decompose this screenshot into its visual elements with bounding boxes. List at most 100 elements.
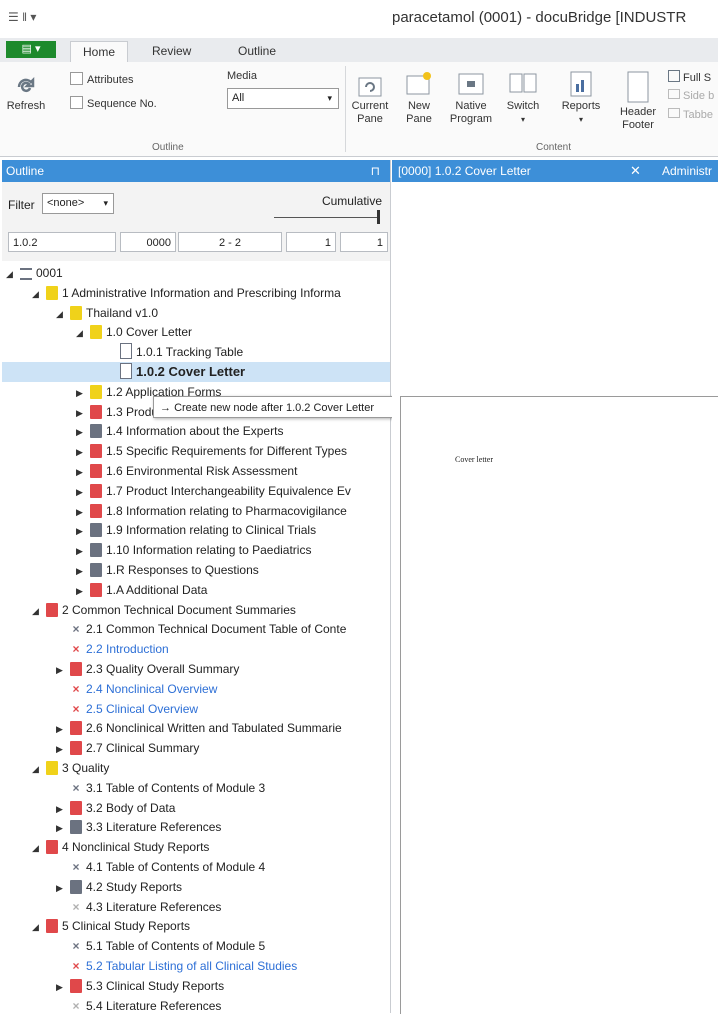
tree-node[interactable]: ▶ 2.3 Quality Overall Summary	[2, 659, 390, 679]
expand-arrow-icon[interactable]: ▶	[76, 541, 90, 561]
tree-node[interactable]: × 2.4 Nonclinical Overview	[2, 679, 390, 699]
tree-node[interactable]: × 5.1 Table of Contents of Module 5	[2, 936, 390, 956]
expand-arrow-icon[interactable]: ▶	[76, 561, 90, 581]
expand-arrow-icon[interactable]: ▶	[56, 799, 70, 819]
tree-node[interactable]: ◢ Thailand v1.0	[2, 303, 390, 323]
tree-node[interactable]: × 3.1 Table of Contents of Module 3	[2, 778, 390, 798]
tab-administrative[interactable]: Administr	[662, 160, 712, 182]
ribbon: Refresh Attributes Sequence No. Media Al…	[0, 62, 718, 157]
cumulative-slider-track[interactable]	[274, 217, 378, 218]
collapse-arrow-icon[interactable]: ◢	[32, 838, 46, 858]
tree-node[interactable]: 1.0.1 Tracking Table	[2, 342, 390, 362]
tree-node[interactable]: ▶ 1.4 Information about the Experts	[2, 421, 390, 441]
reports-button[interactable]: Reports ▾	[555, 70, 607, 126]
tab-home[interactable]: Home	[70, 41, 129, 63]
collapse-arrow-icon[interactable]: ◢	[32, 917, 46, 937]
tree-node[interactable]: × 2.2 Introduction	[2, 639, 390, 659]
tree-node[interactable]: ▶ 4.2 Study Reports	[2, 877, 390, 897]
ribbon-tabs: ▤ ▾ Home Review Outline	[0, 38, 718, 63]
native-program-button[interactable]: Native Program	[448, 70, 494, 126]
sequence-field[interactable]: 0000	[120, 232, 176, 252]
expand-arrow-icon[interactable]: ▶	[56, 878, 70, 898]
current-pane-button[interactable]: Current Pane	[350, 76, 390, 126]
tree-node-label: 5 Clinical Study Reports	[62, 919, 191, 934]
tree-node[interactable]: ▶ 1.6 Environmental Risk Assessment	[2, 461, 390, 481]
filter-select[interactable]: <none> ▾	[42, 193, 114, 214]
full-screen-button[interactable]: Full S	[668, 70, 711, 85]
tree-node[interactable]: × 2.5 Clinical Overview	[2, 699, 390, 719]
tree-node[interactable]: ▶ 1.8 Information relating to Pharmacovig…	[2, 501, 390, 521]
tree-node[interactable]: ◢ 2 Common Technical Document Summaries	[2, 600, 390, 620]
range-field[interactable]: 2 - 2	[178, 232, 282, 252]
expand-arrow-icon[interactable]: ▶	[76, 482, 90, 502]
tree-node[interactable]: ◢ 1.0 Cover Letter	[2, 322, 390, 342]
expand-arrow-icon[interactable]: ▶	[76, 462, 90, 482]
close-icon[interactable]: ✕	[630, 160, 641, 182]
side-by-side-button[interactable]: Side b	[668, 89, 714, 103]
expand-arrow-icon[interactable]: ▶	[76, 422, 90, 442]
tree-node[interactable]: × 5.2 Tabular Listing of all Clinical Stu…	[2, 956, 390, 976]
tree-node[interactable]: × 4.3 Literature References	[2, 897, 390, 917]
expand-arrow-icon[interactable]: ▶	[76, 581, 90, 601]
header-footer-button[interactable]: Header Footer	[615, 70, 661, 132]
sequence-no-checkbox[interactable]: Sequence No.	[70, 96, 157, 111]
sequence-no-check[interactable]	[70, 96, 83, 109]
tree-node[interactable]: ◢ 4 Nonclinical Study Reports	[2, 837, 390, 857]
divider	[345, 66, 346, 152]
excluded-node-icon: ×	[72, 681, 80, 696]
tree-node[interactable]: ▶ 1.7 Product Interchangeability Equivale…	[2, 481, 390, 501]
tab-review[interactable]: Review	[140, 41, 203, 62]
cumulative-slider-handle[interactable]	[377, 210, 380, 224]
tree-node[interactable]: ▶ 2.6 Nonclinical Written and Tabulated S…	[2, 718, 390, 738]
tree-node[interactable]: ▶ 3.2 Body of Data	[2, 798, 390, 818]
tree-node[interactable]: 1.0.2 Cover Letter	[2, 362, 390, 382]
attributes-checkbox[interactable]: Attributes	[70, 72, 133, 87]
refresh-button[interactable]: Refresh	[6, 76, 46, 113]
tree-node[interactable]: ▶ 1.R Responses to Questions	[2, 560, 390, 580]
expand-arrow-icon[interactable]: ▶	[76, 521, 90, 541]
tree-node[interactable]: ▶ 1.10 Information relating to Paediatric…	[2, 540, 390, 560]
folder-gray-icon	[90, 523, 102, 538]
tree-node[interactable]: ◢ 1 Administrative Information and Prescr…	[2, 283, 390, 303]
tab-outline[interactable]: Outline	[226, 41, 288, 62]
tree-node[interactable]: ▶ 1.5 Specific Requirements for Different…	[2, 441, 390, 461]
collapse-arrow-icon[interactable]: ◢	[32, 284, 46, 304]
expand-arrow-icon[interactable]: ▶	[76, 442, 90, 462]
tabbed-button[interactable]: Tabbe	[668, 108, 713, 122]
document-tab-title[interactable]: [0000] 1.0.2 Cover Letter	[398, 160, 531, 182]
tree-node[interactable]: ▶ 2.7 Clinical Summary	[2, 738, 390, 758]
tree-node[interactable]: × 5.4 Literature References	[2, 996, 390, 1013]
attributes-check[interactable]	[70, 72, 83, 85]
tree-node[interactable]: ▶ 3.3 Literature References	[2, 817, 390, 837]
tree-node[interactable]: ▶ 1.9 Information relating to Clinical Tr…	[2, 520, 390, 540]
expand-arrow-icon[interactable]: ▶	[56, 719, 70, 739]
switch-button[interactable]: Switch ▾	[503, 70, 543, 126]
count-field-1[interactable]: 1	[286, 232, 336, 252]
expand-arrow-icon[interactable]: ▶	[56, 660, 70, 680]
collapse-arrow-icon[interactable]: ◢	[76, 323, 90, 343]
tree-node[interactable]: ◢ 3 Quality	[2, 758, 390, 778]
collapse-arrow-icon[interactable]: ◢	[32, 759, 46, 779]
expand-arrow-icon[interactable]: ▶	[56, 739, 70, 759]
tree-node[interactable]: ▶ 5.3 Clinical Study Reports	[2, 976, 390, 996]
new-pane-button[interactable]: New Pane	[402, 70, 436, 126]
expand-arrow-icon[interactable]: ▶	[56, 818, 70, 838]
expand-arrow-icon[interactable]: ▶	[56, 977, 70, 997]
count-field-2[interactable]: 1	[340, 232, 388, 252]
quick-access-toolbar[interactable]: ☰ ‖ ▾	[8, 10, 36, 24]
media-select[interactable]: All ▾	[227, 88, 339, 109]
expand-arrow-icon[interactable]: ▶	[76, 383, 90, 403]
expand-arrow-icon[interactable]: ▶	[76, 403, 90, 423]
tree-node[interactable]: × 4.1 Table of Contents of Module 4	[2, 857, 390, 877]
pin-icon[interactable]: ⊓	[371, 160, 380, 182]
tree-node[interactable]: ▶ 1.A Additional Data	[2, 580, 390, 600]
collapse-arrow-icon[interactable]: ◢	[32, 601, 46, 621]
node-number-field[interactable]: 1.0.2	[8, 232, 116, 252]
file-menu-button[interactable]: ▤ ▾	[6, 41, 56, 58]
tree-node[interactable]: ◢ 0001	[2, 263, 390, 283]
collapse-arrow-icon[interactable]: ◢	[56, 304, 70, 324]
tree-node[interactable]: ◢ 5 Clinical Study Reports	[2, 916, 390, 936]
collapse-arrow-icon[interactable]: ◢	[6, 264, 20, 284]
expand-arrow-icon[interactable]: ▶	[76, 502, 90, 522]
tree-node[interactable]: × 2.1 Common Technical Document Table of …	[2, 619, 390, 639]
